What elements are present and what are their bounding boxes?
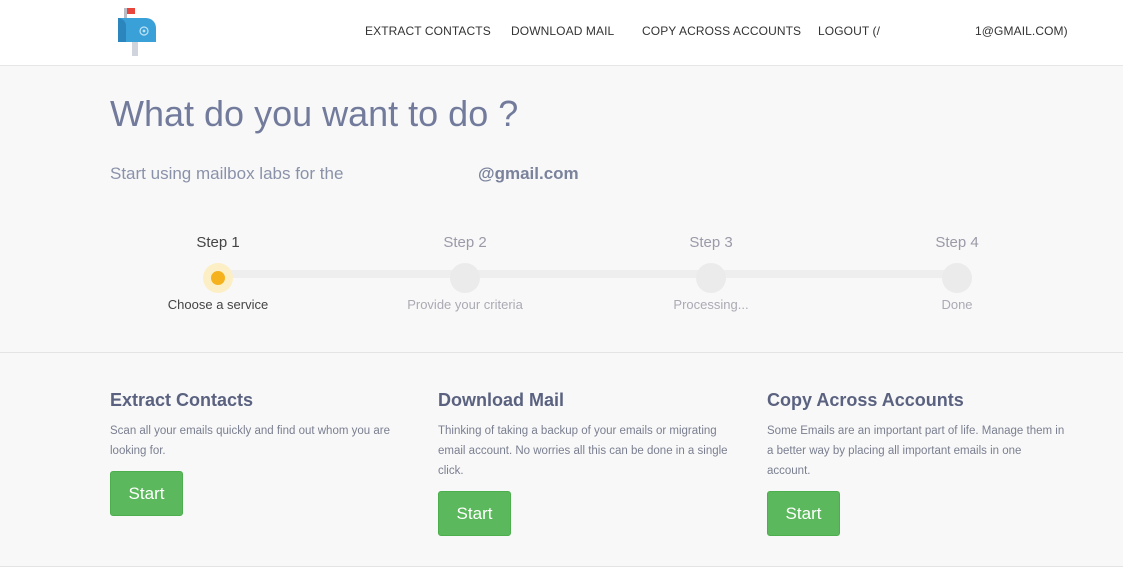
service-card-extract-contacts: Extract Contacts Scan all your emails qu… (110, 390, 410, 516)
service-description: Scan all your emails quickly and find ou… (110, 425, 390, 457)
progress-track (218, 270, 958, 278)
step-2-indicator (450, 263, 480, 293)
nav-container: LOGOUT (/ (818, 0, 880, 62)
nav-account-email[interactable]: 1@GMAIL.COM) (975, 24, 1068, 38)
extract-contacts-start-button[interactable]: Start (110, 471, 183, 516)
step-4-description: Done (941, 297, 973, 312)
service-card-download-mail: Download Mail Thinking of taking a backu… (438, 390, 738, 536)
service-description: Some Emails are an important part of lif… (767, 425, 1065, 477)
step-2-label: Step 2 (443, 234, 487, 251)
page-title: What do you want to do ? (110, 93, 519, 134)
nav-container: COPY ACROSS ACCOUNTS (642, 0, 801, 62)
page-subtitle: Start using mailbox labs for the (110, 164, 344, 183)
account-email: @gmail.com (478, 164, 579, 183)
copy-across-accounts-start-button[interactable]: Start (767, 491, 840, 536)
nav-extract-contacts-link[interactable]: EXTRACT CONTACTS (365, 24, 491, 38)
nav-container: 1@GMAIL.COM) (975, 0, 1068, 62)
top-navbar: EXTRACT CONTACTS DOWNLOAD MAIL COPY ACRO… (0, 0, 1123, 66)
step-1-label: Step 1 (196, 234, 240, 251)
step-4-indicator (942, 263, 972, 293)
nav-container: EXTRACT CONTACTS (365, 0, 491, 62)
nav-download-mail-link[interactable]: DOWNLOAD MAIL (511, 24, 614, 38)
service-card-copy-across-accounts: Copy Across Accounts Some Emails are an … (767, 390, 1067, 536)
service-title: Extract Contacts (110, 390, 254, 410)
step-3-indicator (696, 263, 726, 293)
step-4-label: Step 4 (935, 234, 979, 251)
section-divider (0, 352, 1123, 353)
step-3-description: Processing... (673, 297, 749, 312)
nav-copy-across-accounts-link[interactable]: COPY ACROSS ACCOUNTS (642, 24, 801, 38)
nav-container: DOWNLOAD MAIL (511, 0, 614, 62)
step-1-description: Choose a service (167, 297, 269, 312)
service-title: Copy Across Accounts (767, 390, 964, 410)
step-2-description: Provide your criteria (407, 297, 523, 312)
step-3-label: Step 3 (689, 234, 733, 251)
mailbox-logo-icon[interactable] (114, 6, 158, 56)
nav-logout-link[interactable]: LOGOUT (/ (818, 24, 880, 38)
service-title: Download Mail (438, 390, 564, 410)
download-mail-start-button[interactable]: Start (438, 491, 511, 536)
service-description: Thinking of taking a backup of your emai… (438, 425, 728, 477)
step-1-indicator (203, 263, 233, 293)
